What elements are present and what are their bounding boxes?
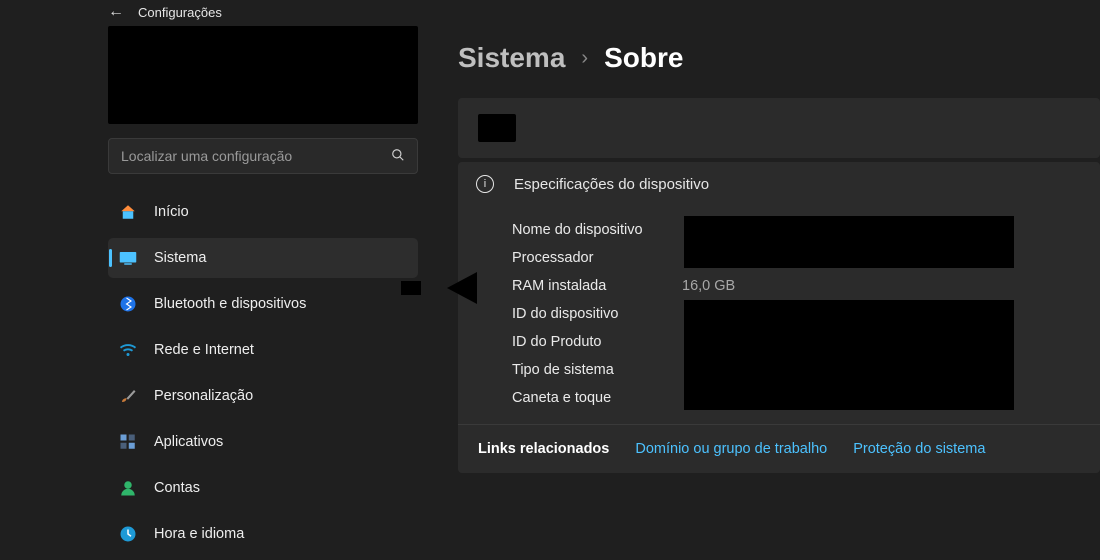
bluetooth-icon — [118, 294, 138, 314]
sidebar-item-label: Sistema — [154, 250, 206, 266]
spec-label: Processador — [512, 250, 682, 266]
main-content: Sistema › Sobre i Especificações do disp… — [458, 26, 1100, 560]
info-icon: i — [476, 175, 494, 193]
home-icon — [118, 202, 138, 222]
breadcrumb-child: Sobre — [604, 42, 683, 74]
sidebar-item-label: Contas — [154, 480, 200, 496]
related-links-row: Links relacionados Domínio ou grupo de t… — [458, 424, 1100, 473]
spec-label: Nome do dispositivo — [512, 222, 682, 238]
breadcrumb: Sistema › Sobre — [458, 42, 1100, 74]
device-ident-redacted — [478, 114, 516, 142]
sidebar-item-accounts[interactable]: Contas — [108, 468, 418, 508]
search-box[interactable] — [108, 138, 418, 174]
sidebar-item-bluetooth[interactable]: Bluetooth e dispositivos — [108, 284, 418, 324]
nav-list: Início Sistema Bluetooth e dispositivos … — [108, 192, 418, 554]
profile-block-redacted — [108, 26, 418, 124]
spec-value: 16,0 GB — [682, 278, 735, 294]
wifi-icon — [118, 340, 138, 360]
chevron-right-icon: › — [581, 47, 588, 70]
breadcrumb-parent[interactable]: Sistema — [458, 42, 565, 74]
sidebar-item-system[interactable]: Sistema — [108, 238, 418, 278]
spec-label: Tipo de sistema — [512, 362, 682, 378]
link-system-protection[interactable]: Proteção do sistema — [853, 441, 985, 457]
search-input[interactable] — [121, 148, 391, 164]
sidebar: Início Sistema Bluetooth e dispositivos … — [108, 26, 418, 560]
spec-row-ram: RAM instalada 16,0 GB — [512, 272, 1100, 300]
sidebar-item-home[interactable]: Início — [108, 192, 418, 232]
sidebar-item-label: Personalização — [154, 388, 253, 404]
search-icon — [391, 148, 405, 165]
spec-label: ID do Produto — [512, 334, 682, 350]
redacted-block-2 — [684, 300, 1014, 410]
spec-label: Caneta e toque — [512, 390, 682, 406]
sidebar-item-label: Rede e Internet — [154, 342, 254, 358]
sidebar-item-network[interactable]: Rede e Internet — [108, 330, 418, 370]
sidebar-item-label: Bluetooth e dispositivos — [154, 296, 306, 312]
related-links-title: Links relacionados — [478, 441, 609, 457]
back-button[interactable]: ← — [108, 4, 124, 20]
sidebar-item-personalization[interactable]: Personalização — [108, 376, 418, 416]
device-ident-card — [458, 98, 1100, 158]
system-icon — [118, 248, 138, 268]
link-domain-workgroup[interactable]: Domínio ou grupo de trabalho — [635, 441, 827, 457]
spec-label: ID do dispositivo — [512, 306, 682, 322]
spec-label: RAM instalada — [512, 278, 682, 294]
sidebar-item-apps[interactable]: Aplicativos — [108, 422, 418, 462]
apps-icon — [118, 432, 138, 452]
header-title: Configurações — [138, 5, 222, 20]
brush-icon — [118, 386, 138, 406]
device-specs-header[interactable]: i Especificações do dispositivo — [458, 162, 1100, 206]
device-specs-title: Especificações do dispositivo — [514, 176, 709, 193]
arrow-annotation — [447, 272, 477, 304]
device-specs-table: Nome do dispositivo Processador RAM inst… — [458, 206, 1100, 424]
user-icon — [118, 478, 138, 498]
sidebar-item-label: Início — [154, 204, 189, 220]
sidebar-item-label: Hora e idioma — [154, 526, 244, 542]
sidebar-item-label: Aplicativos — [154, 434, 223, 450]
clock-globe-icon — [118, 524, 138, 544]
sidebar-item-time-language[interactable]: Hora e idioma — [108, 514, 418, 554]
redacted-block-1 — [684, 216, 1014, 268]
